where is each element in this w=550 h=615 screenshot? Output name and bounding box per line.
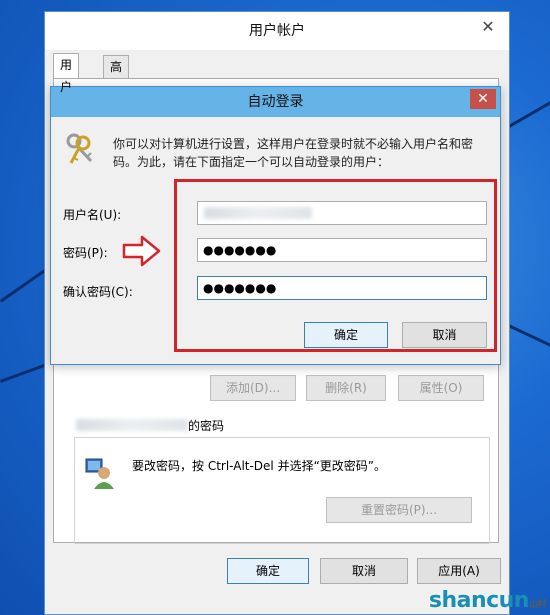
ok-button[interactable]: 确定	[227, 558, 309, 584]
user-key-icon	[85, 458, 114, 489]
remove-user-button[interactable]: 删除(R)	[306, 375, 386, 401]
cancel-button[interactable]: 取消	[320, 558, 408, 584]
dialog-title: 自动登录	[247, 94, 304, 110]
password-group-title: 的密码	[188, 419, 225, 433]
add-user-button[interactable]: 添加(D)...	[210, 375, 296, 401]
change-password-message: 要改密码，按 Ctrl-Alt-Del 并选择“更改密码”。	[132, 459, 387, 473]
tab-users[interactable]: 用户	[53, 53, 80, 94]
keys-icon	[66, 133, 93, 164]
reset-password-button[interactable]: 重置密码(P)...	[326, 497, 472, 523]
close-icon[interactable]: ✕	[477, 18, 499, 36]
apply-button[interactable]: 应用(A)	[417, 558, 501, 584]
dialog-titlebar: 自动登录 ✕	[51, 87, 500, 117]
password-groupbox	[74, 437, 490, 544]
tab-advanced[interactable]: 高级	[103, 55, 130, 96]
redacted-username	[76, 419, 188, 431]
password-label: 密码(P):	[63, 246, 108, 260]
confirm-password-label: 确认密码(C):	[63, 285, 133, 299]
window-title: 用户帐户	[249, 23, 305, 39]
window-titlebar: 用户帐户 ✕	[45, 12, 509, 50]
arrow-right-icon	[122, 235, 161, 267]
watermark: shancun山村	[428, 588, 547, 613]
close-icon[interactable]: ✕	[470, 89, 496, 109]
watermark-sub: 山村	[528, 600, 547, 610]
dialog-description: 你可以对计算机进行设置，这样用户在登录时就不必输入用户名和密码。为此，请在下面指…	[113, 137, 474, 169]
properties-button[interactable]: 属性(O)	[398, 375, 484, 401]
username-label: 用户名(U):	[63, 208, 122, 222]
watermark-text: shancun	[428, 588, 530, 613]
highlight-box	[174, 179, 497, 352]
